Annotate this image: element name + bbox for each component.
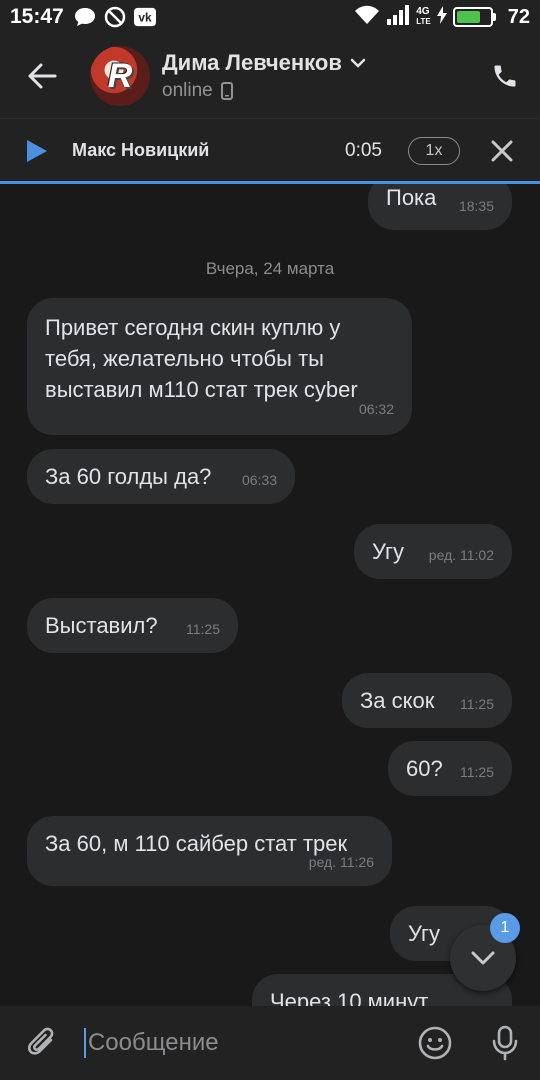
svg-text:vk: vk xyxy=(138,11,152,25)
player-time: 0:05 xyxy=(345,139,382,161)
phone-icon xyxy=(494,65,516,87)
emoji-button[interactable] xyxy=(400,1006,470,1080)
contact-info[interactable]: Дима Левченков online xyxy=(162,50,470,102)
attach-button[interactable] xyxy=(0,1006,84,1080)
message-text: Привет сегодня скин куплю у тебя, желате… xyxy=(45,315,358,402)
player-title[interactable]: Макс Новицкий xyxy=(72,140,345,161)
status-bar: 15:47 vk 4G LTE 72 xyxy=(0,0,540,34)
wifi-icon xyxy=(354,5,380,30)
message-text: Пока xyxy=(386,185,437,210)
avatar[interactable]: R xyxy=(90,46,150,106)
chevron-down-icon xyxy=(350,58,366,68)
close-icon xyxy=(491,140,513,161)
battery-icon xyxy=(452,7,496,27)
contact-status: online xyxy=(162,80,213,101)
message-time: 11:25 xyxy=(186,621,220,637)
message-time: 06:33 xyxy=(241,472,277,488)
message-bubble[interactable]: 60? 11:25 xyxy=(388,741,512,796)
message-input[interactable] xyxy=(87,1029,400,1057)
message-text: Угу xyxy=(372,539,405,564)
contact-name: Дима Левченков xyxy=(162,50,342,75)
battery-percent: 72 xyxy=(507,5,530,28)
close-player-button[interactable] xyxy=(488,140,516,162)
message-composer xyxy=(0,1006,540,1080)
signal-icon xyxy=(386,4,410,30)
message-bubble[interactable]: За скок 11:25 xyxy=(342,673,512,728)
message-list[interactable]: Пока 18:35 Вчера, 24 марта Привет сегодн… xyxy=(0,184,540,1006)
message-text: 60? xyxy=(406,756,443,781)
charging-icon xyxy=(436,5,447,29)
vk-icon: vk xyxy=(133,6,156,28)
battery-fill xyxy=(456,11,480,23)
status-time: 15:47 xyxy=(10,5,64,28)
back-button[interactable] xyxy=(0,34,84,118)
avatar-letter: R xyxy=(107,56,133,95)
message-bubble[interactable]: За 60 голды да? 06:33 xyxy=(27,449,295,504)
play-button[interactable] xyxy=(26,139,54,163)
phone-mobile-icon xyxy=(220,82,233,100)
dnd-icon xyxy=(104,6,126,28)
message-text: Выставил? xyxy=(45,613,158,638)
date-separator: Вчера, 24 марта xyxy=(205,259,335,278)
message-icon xyxy=(74,6,96,28)
attach-icon xyxy=(27,1027,54,1055)
audio-player: Макс Новицкий 0:05 1x xyxy=(0,118,540,184)
message-time: 11:25 xyxy=(460,764,494,780)
unread-badge: 1 xyxy=(490,913,520,943)
message-time: 11:25 xyxy=(460,696,494,712)
message-bubble[interactable]: Угу ред. 11:02 xyxy=(354,524,512,579)
message-text: Угу xyxy=(408,921,441,946)
mic-icon xyxy=(492,1025,518,1061)
speed-button[interactable]: 1x xyxy=(408,136,460,165)
message-bubble[interactable]: За 60, м 110 сайбер стат трек ред. 11:26 xyxy=(27,816,392,886)
voice-record-button[interactable] xyxy=(470,1006,540,1080)
message-text: За скок xyxy=(360,688,435,713)
emoji-icon xyxy=(418,1026,452,1060)
network-type: 4G LTE xyxy=(416,6,431,27)
message-text: Через 10 минут xyxy=(270,989,429,1006)
back-arrow-icon xyxy=(28,63,57,89)
message-bubble[interactable]: Пока 18:35 xyxy=(368,184,512,230)
message-time: 06:32 xyxy=(358,401,394,417)
message-time: ред. 11:26 xyxy=(308,854,374,870)
chat-header: R Дима Левченков online xyxy=(0,34,540,118)
text-caret xyxy=(84,1028,86,1058)
call-button[interactable] xyxy=(470,34,540,118)
chevron-down-icon xyxy=(471,951,495,965)
message-time: ред. 11:02 xyxy=(428,547,494,563)
message-bubble[interactable]: Выставил? 11:25 xyxy=(27,598,238,653)
message-time: 18:35 xyxy=(458,198,494,214)
message-bubble[interactable]: Привет сегодня скин куплю у тебя, желате… xyxy=(27,298,412,435)
play-icon xyxy=(27,139,47,162)
message-text: За 60 голды да? xyxy=(45,464,212,489)
message-text: За 60, м 110 сайбер стат трек xyxy=(45,831,348,856)
